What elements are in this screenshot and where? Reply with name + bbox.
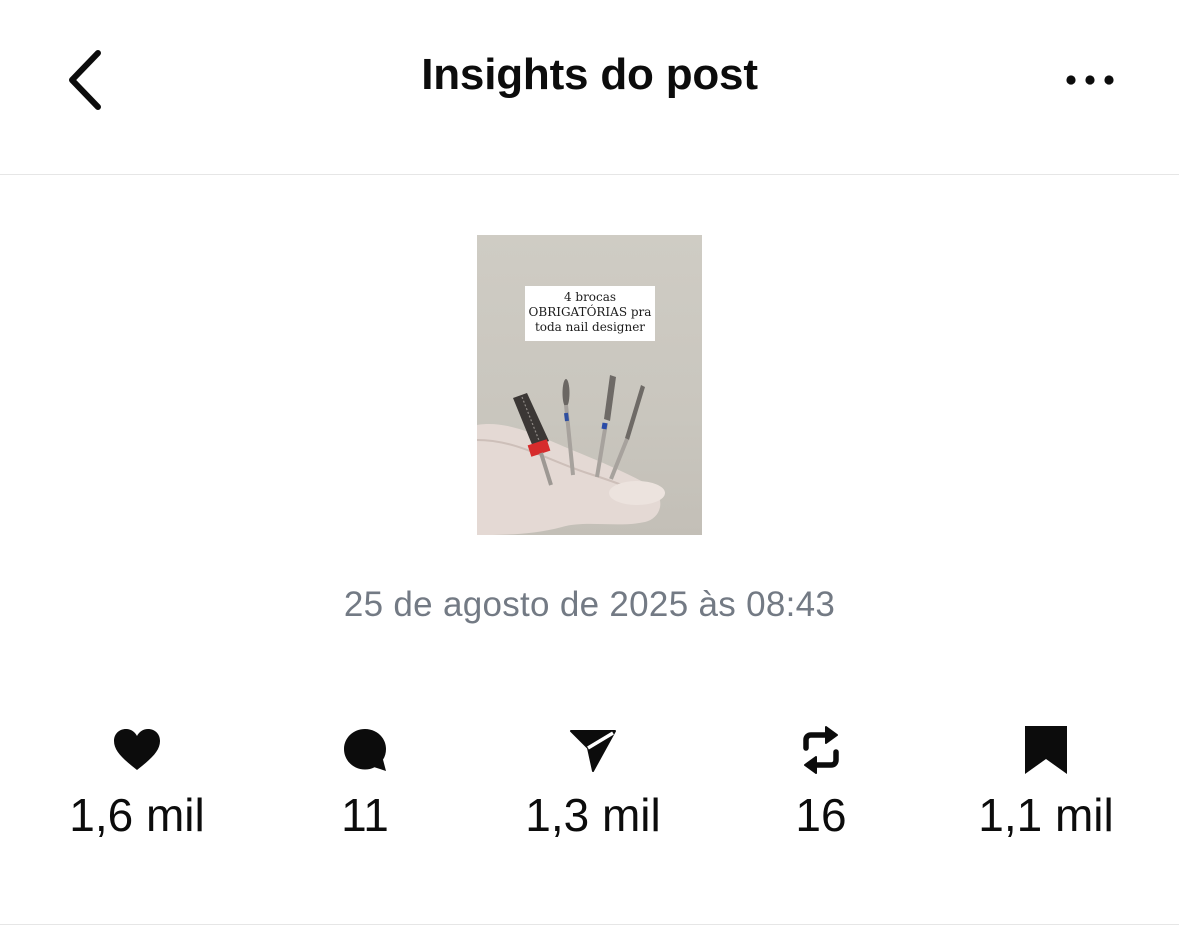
- divider: [0, 924, 1179, 925]
- more-options-button[interactable]: [1055, 55, 1125, 105]
- saves-count: 1,1 mil: [978, 789, 1114, 841]
- post-timestamp: 25 de agosto de 2025 às 08:43: [343, 585, 836, 624]
- bookmark-icon: [1025, 726, 1067, 774]
- top-bar: Insights do post: [0, 0, 1179, 175]
- comment-icon: [344, 729, 386, 771]
- stat-shares[interactable]: 1,3 mil: [493, 720, 693, 842]
- thumbnail-caption: 4 brocas OBRIGATÓRIAS pra toda nail desi…: [525, 286, 655, 341]
- caption-line: toda nail designer: [534, 320, 646, 334]
- more-horizontal-icon: [1066, 75, 1114, 85]
- stat-comments[interactable]: 11: [265, 720, 465, 842]
- reposts-count: 16: [795, 789, 847, 841]
- engagement-stats: 1,6 mil 11 1,3 mil 16 1,1 mil: [0, 720, 1179, 860]
- page-title: Insights do post: [421, 50, 758, 99]
- thumbnail-image: [477, 375, 665, 535]
- post-thumbnail[interactable]: 4 brocas OBRIGATÓRIAS pra toda nail desi…: [477, 235, 702, 535]
- stat-reposts[interactable]: 16: [721, 720, 921, 842]
- repost-icon: [803, 726, 839, 774]
- send-icon: [570, 730, 616, 772]
- stat-saves[interactable]: 1,1 mil: [946, 720, 1146, 842]
- caption-line: 4 brocas: [563, 290, 617, 304]
- stat-likes[interactable]: 1,6 mil: [37, 720, 237, 842]
- caption-line: OBRIGATÓRIAS pra: [528, 305, 652, 319]
- likes-count: 1,6 mil: [69, 789, 205, 841]
- shares-count: 1,3 mil: [525, 789, 661, 841]
- comments-count: 11: [341, 789, 389, 841]
- heart-icon: [114, 729, 160, 770]
